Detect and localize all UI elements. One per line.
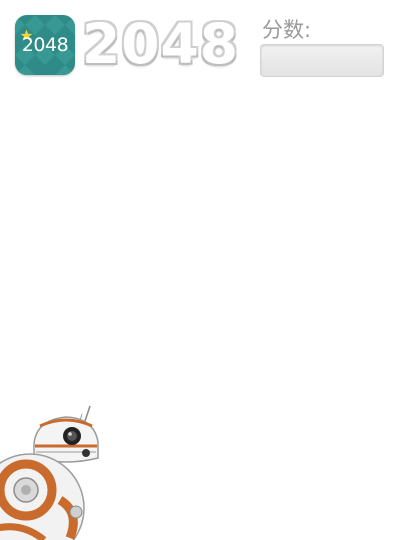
game-title: 2048 xyxy=(82,12,240,76)
score-label: 分数: xyxy=(262,18,312,42)
bb8-droid-icon xyxy=(0,405,99,540)
game-screen: 2048 2048 分数: xyxy=(0,0,400,540)
app-icon-label: 2048 xyxy=(21,34,69,56)
score-value xyxy=(260,44,384,77)
app-icon[interactable]: 2048 xyxy=(15,15,75,75)
